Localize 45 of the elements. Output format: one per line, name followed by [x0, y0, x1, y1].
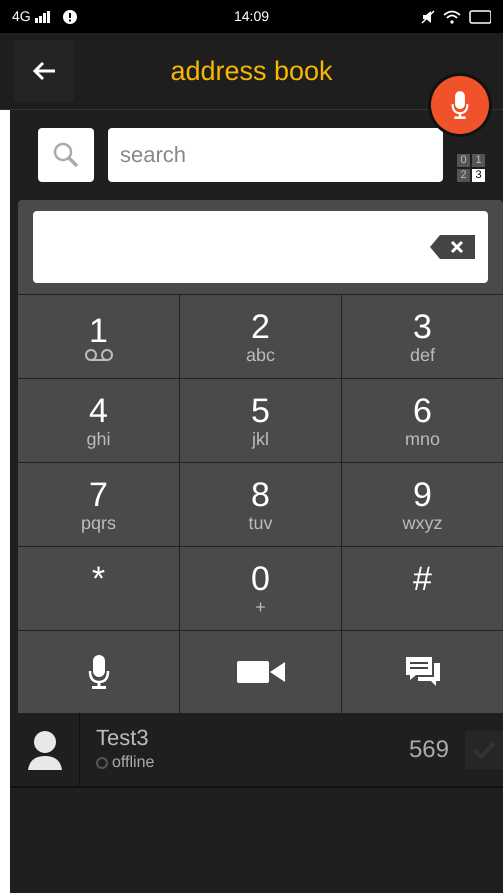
network-label: 4G [12, 7, 31, 26]
page-title: address book [170, 54, 333, 88]
voice-button[interactable] [431, 76, 489, 134]
action-key[interactable] [180, 631, 341, 713]
dial-key[interactable]: # [342, 547, 503, 630]
backspace-button[interactable] [430, 234, 476, 260]
dial-key[interactable]: 1 [18, 295, 179, 378]
chat-bubbles-icon [406, 657, 440, 687]
back-arrow-icon [32, 61, 56, 81]
dial-key[interactable]: 7 pqrs [18, 463, 179, 546]
action-key[interactable] [342, 631, 503, 713]
person-avatar-icon [26, 730, 64, 770]
dial-key[interactable]: 5 jkl [180, 379, 341, 462]
back-button[interactable] [14, 40, 74, 102]
number-field[interactable] [33, 211, 488, 283]
dial-key[interactable]: 4 ghi [18, 379, 179, 462]
video-camera-icon [236, 661, 284, 683]
mode-tile[interactable]: 3 [472, 169, 485, 182]
search-field[interactable]: search [108, 128, 443, 182]
signal-icon [34, 10, 51, 22]
alert-icon [62, 10, 77, 24]
microphone-icon [451, 91, 469, 119]
contact-status: offline [112, 752, 154, 772]
mode-tile[interactable]: 1 [472, 154, 485, 167]
contact-name: Test3 [96, 724, 150, 750]
dial-key[interactable]: 6 mno [342, 379, 503, 462]
backspace-icon [430, 234, 476, 260]
mode-tile[interactable]: 0 [457, 154, 470, 167]
contact-number: 569 [408, 734, 449, 764]
battery-icon [469, 10, 491, 24]
dial-key[interactable]: 2 abc [180, 295, 341, 378]
dial-key[interactable]: * [18, 547, 179, 630]
dial-key[interactable]: 3 def [342, 295, 503, 378]
dial-key[interactable]: 8 tuv [180, 463, 341, 546]
search-icon [53, 142, 79, 168]
mute-icon [421, 10, 435, 24]
dial-key[interactable]: 9 wxyz [342, 463, 503, 546]
wifi-icon [443, 10, 461, 24]
contact-row[interactable]: Test3 offline 569 [10, 713, 503, 788]
clock-time: 14:09 [234, 7, 270, 26]
voicemail-icon [84, 348, 114, 360]
action-key[interactable] [18, 631, 179, 713]
mode-tile[interactable]: 2 [457, 169, 470, 182]
dial-key[interactable]: 0 + [180, 547, 341, 630]
microphone-icon [88, 655, 110, 689]
